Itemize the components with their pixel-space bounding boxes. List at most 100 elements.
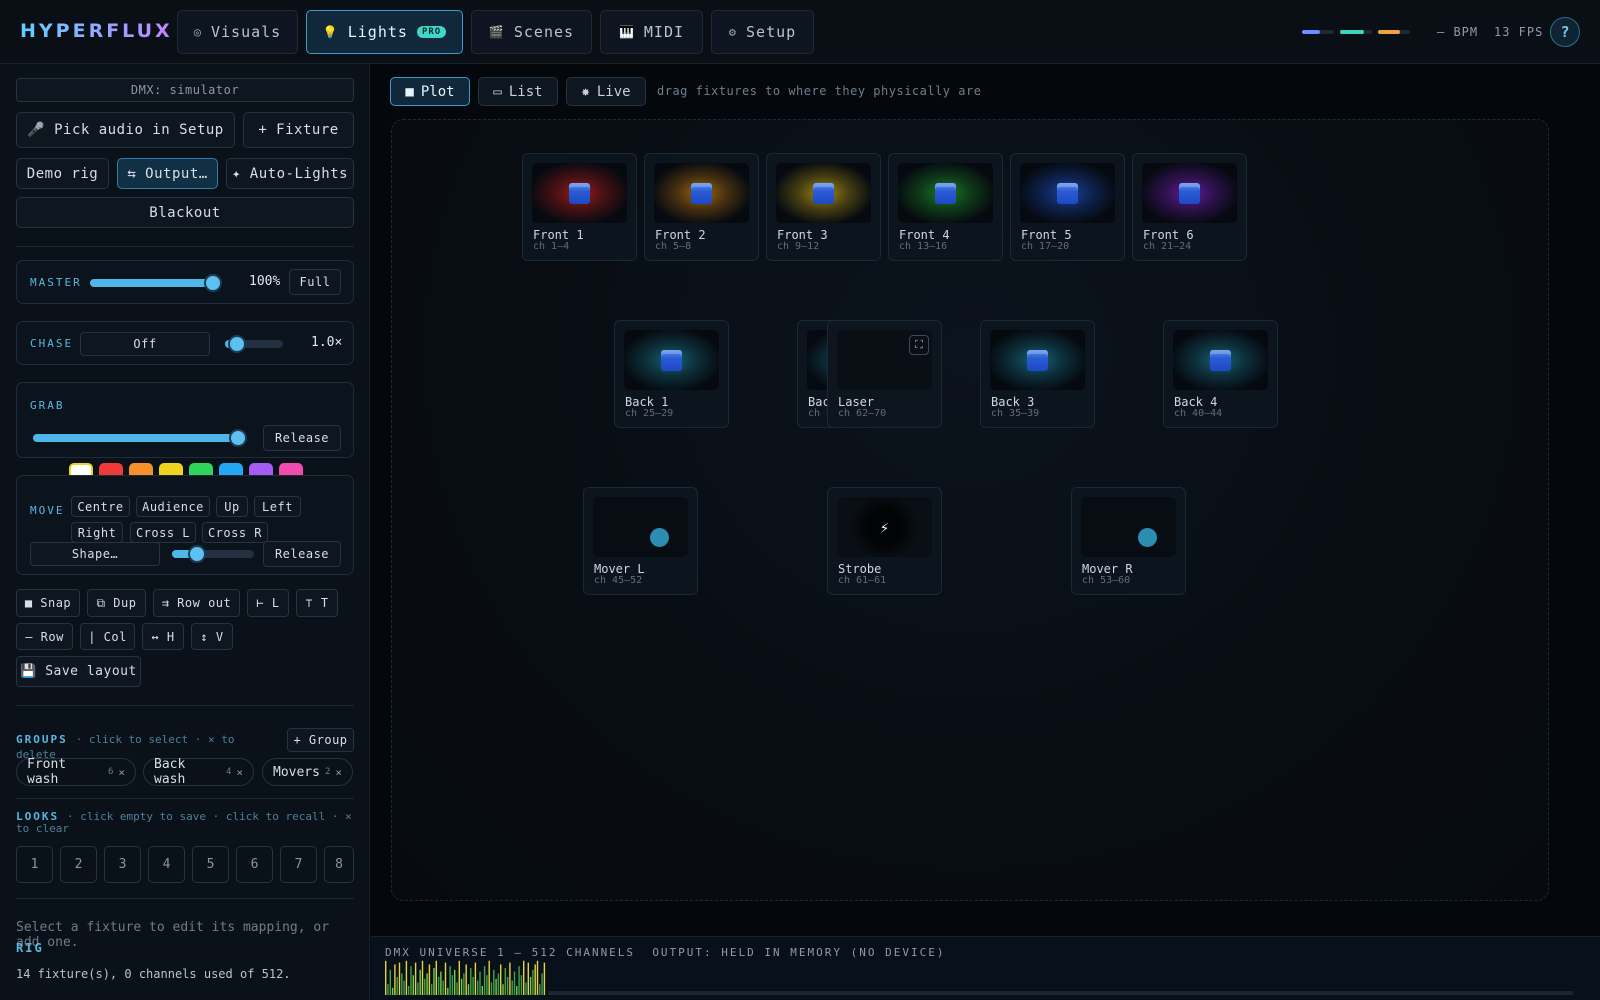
fixture-preview [776,163,871,223]
chase-mode-select[interactable]: Off [80,332,210,356]
grab-release-button[interactable]: Release [263,425,341,451]
tab-visuals[interactable]: ◎ Visuals [177,10,298,54]
move-release-button[interactable]: Release [263,541,341,567]
fixture-front-6[interactable]: Front 6 ch 21–24 [1132,153,1247,261]
look-slot-1[interactable]: 1 [16,846,53,883]
par-light-icon [691,183,712,204]
dmx-channel-bar [527,962,529,995]
blackout-button[interactable]: Blackout [16,197,354,228]
expand-icon[interactable]: ⛶ [909,335,929,355]
fixture-front-1[interactable]: Front 1 ch 1–4 [522,153,637,261]
output-button[interactable]: ⇆ Output… [117,158,218,189]
divider [16,798,354,799]
view-tab-list[interactable]: ▭ List [478,77,558,106]
slider-knob[interactable] [229,429,247,447]
close-icon[interactable]: × [236,766,243,779]
group-chip-front-wash[interactable]: Front wash 6 × [16,757,136,787]
meter-fill [1378,30,1401,34]
move-cross-right-button[interactable]: Cross R [202,522,268,543]
column-button[interactable]: | Col [80,623,135,650]
fixture-mover-r[interactable]: Mover R ch 53–60 [1071,487,1186,595]
add-group-button[interactable]: + Group [287,728,354,752]
group-chip-back-wash[interactable]: Back wash 4 × [143,757,254,787]
fixture-front-3[interactable]: Front 3 ch 9–12 [766,153,881,261]
fixture-name: Mover L [594,562,645,576]
mover-position-dot[interactable] [1138,528,1157,547]
fixture-strobe[interactable]: ⚡ Strobe ch 61–61 [827,487,942,595]
look-slot-3[interactable]: 3 [104,846,141,883]
look-slot-2[interactable]: 2 [60,846,97,883]
master-full-button[interactable]: Full [289,269,341,295]
shape-button[interactable]: Shape… [30,542,160,566]
dmx-channel-bar [467,984,470,995]
move-left-button[interactable]: Left [254,496,301,517]
grab-intensity-slider[interactable] [33,429,247,447]
slider-knob[interactable] [187,545,206,563]
align-top-button[interactable]: ⊤ T [296,589,338,617]
look-slot-6[interactable]: 6 [236,846,273,883]
group-chip-movers[interactable]: Movers 2 × [262,758,353,786]
chase-speed-slider[interactable] [225,335,283,353]
mover-position-dot[interactable] [650,528,669,547]
fixture-front-2[interactable]: Front 2 ch 5–8 [644,153,759,261]
dmx-channel-bar [486,975,488,995]
slider-knob[interactable] [227,335,246,353]
dmx-channel-bar [408,986,410,995]
fixture-front-4[interactable]: Front 4 ch 13–16 [888,153,1003,261]
save-layout-button[interactable]: 💾 Save layout [16,656,141,687]
fixture-preview [593,497,688,557]
snap-button[interactable]: ■ Snap [16,589,80,617]
tab-midi[interactable]: 🎹 MIDI [600,10,703,54]
look-slot-7[interactable]: 7 [280,846,317,883]
stage-plot-area[interactable]: Front 1 ch 1–4 Front 2 ch 5–8 Front 3 ch… [391,119,1549,901]
move-audience-button[interactable]: Audience [136,496,210,517]
fixture-back-3[interactable]: Back 3 ch 35–39 [980,320,1095,428]
fixture-name: Strobe [838,562,882,576]
fixture-name: Front 6 [1143,228,1194,242]
dmx-channel-bar [495,978,497,995]
close-icon[interactable]: × [335,766,342,779]
pick-audio-button[interactable]: 🎤 Pick audio in Setup [16,112,235,148]
distribute-v-button[interactable]: ↕ V [191,623,233,650]
fixture-channels: ch 45–52 [594,575,643,586]
fixture-back-4[interactable]: Back 4 ch 40–44 [1163,320,1278,428]
demo-rig-button[interactable]: Demo rig [16,158,109,189]
move-speed-slider[interactable] [172,545,254,563]
fixture-channels: ch 61–61 [838,575,887,586]
view-tab-plot[interactable]: ■ Plot [390,77,470,106]
pro-badge: PRO [416,26,447,38]
look-slot-8[interactable]: 8 [324,846,354,883]
look-slot-4[interactable]: 4 [148,846,185,883]
fixture-mover-l[interactable]: Mover L ch 45–52 [583,487,698,595]
move-cross-left-button[interactable]: Cross L [130,522,196,543]
fixture-name: Front 1 [533,228,584,242]
view-tab-live[interactable]: ✸ Live [566,77,646,106]
help-button[interactable]: ? [1550,17,1580,47]
distribute-h-button[interactable]: ↔ H [142,623,184,650]
align-left-button[interactable]: ⊢ L [247,589,289,617]
row-button[interactable]: — Row [16,623,73,650]
tab-scenes[interactable]: 🎬 Scenes [471,10,592,54]
fixture-back-1[interactable]: Back 1 ch 25–29 [614,320,729,428]
dmx-channel-bar [410,966,412,995]
move-centre-button[interactable]: Centre [71,496,130,517]
move-right-button[interactable]: Right [71,522,123,543]
dmx-status: DMX: simulator [16,78,354,102]
add-fixture-button[interactable]: + Fixture [243,112,354,148]
fixture-front-5[interactable]: Front 5 ch 17–20 [1010,153,1125,261]
tab-setup[interactable]: ⚙ Setup [711,10,814,54]
move-up-button[interactable]: Up [216,496,248,517]
dmx-idle-channels [548,991,1573,995]
fixture-laser[interactable]: ⛶ Laser ch 62–70 [827,320,942,428]
duplicate-button[interactable]: ⧉ Dup [87,589,146,617]
look-slot-5[interactable]: 5 [192,846,229,883]
dmx-channel-bar [532,969,534,995]
auto-lights-button[interactable]: ✦ Auto-Lights [226,158,354,189]
slider-knob[interactable] [204,274,222,292]
master-slider[interactable] [90,274,222,292]
row-out-button[interactable]: ⇉ Row out [153,589,240,617]
dmx-channel-bar [506,977,509,995]
fixture-preview: ⚡ [837,497,932,557]
tab-lights[interactable]: 💡 Lights PRO [306,10,463,54]
close-icon[interactable]: × [118,766,125,779]
